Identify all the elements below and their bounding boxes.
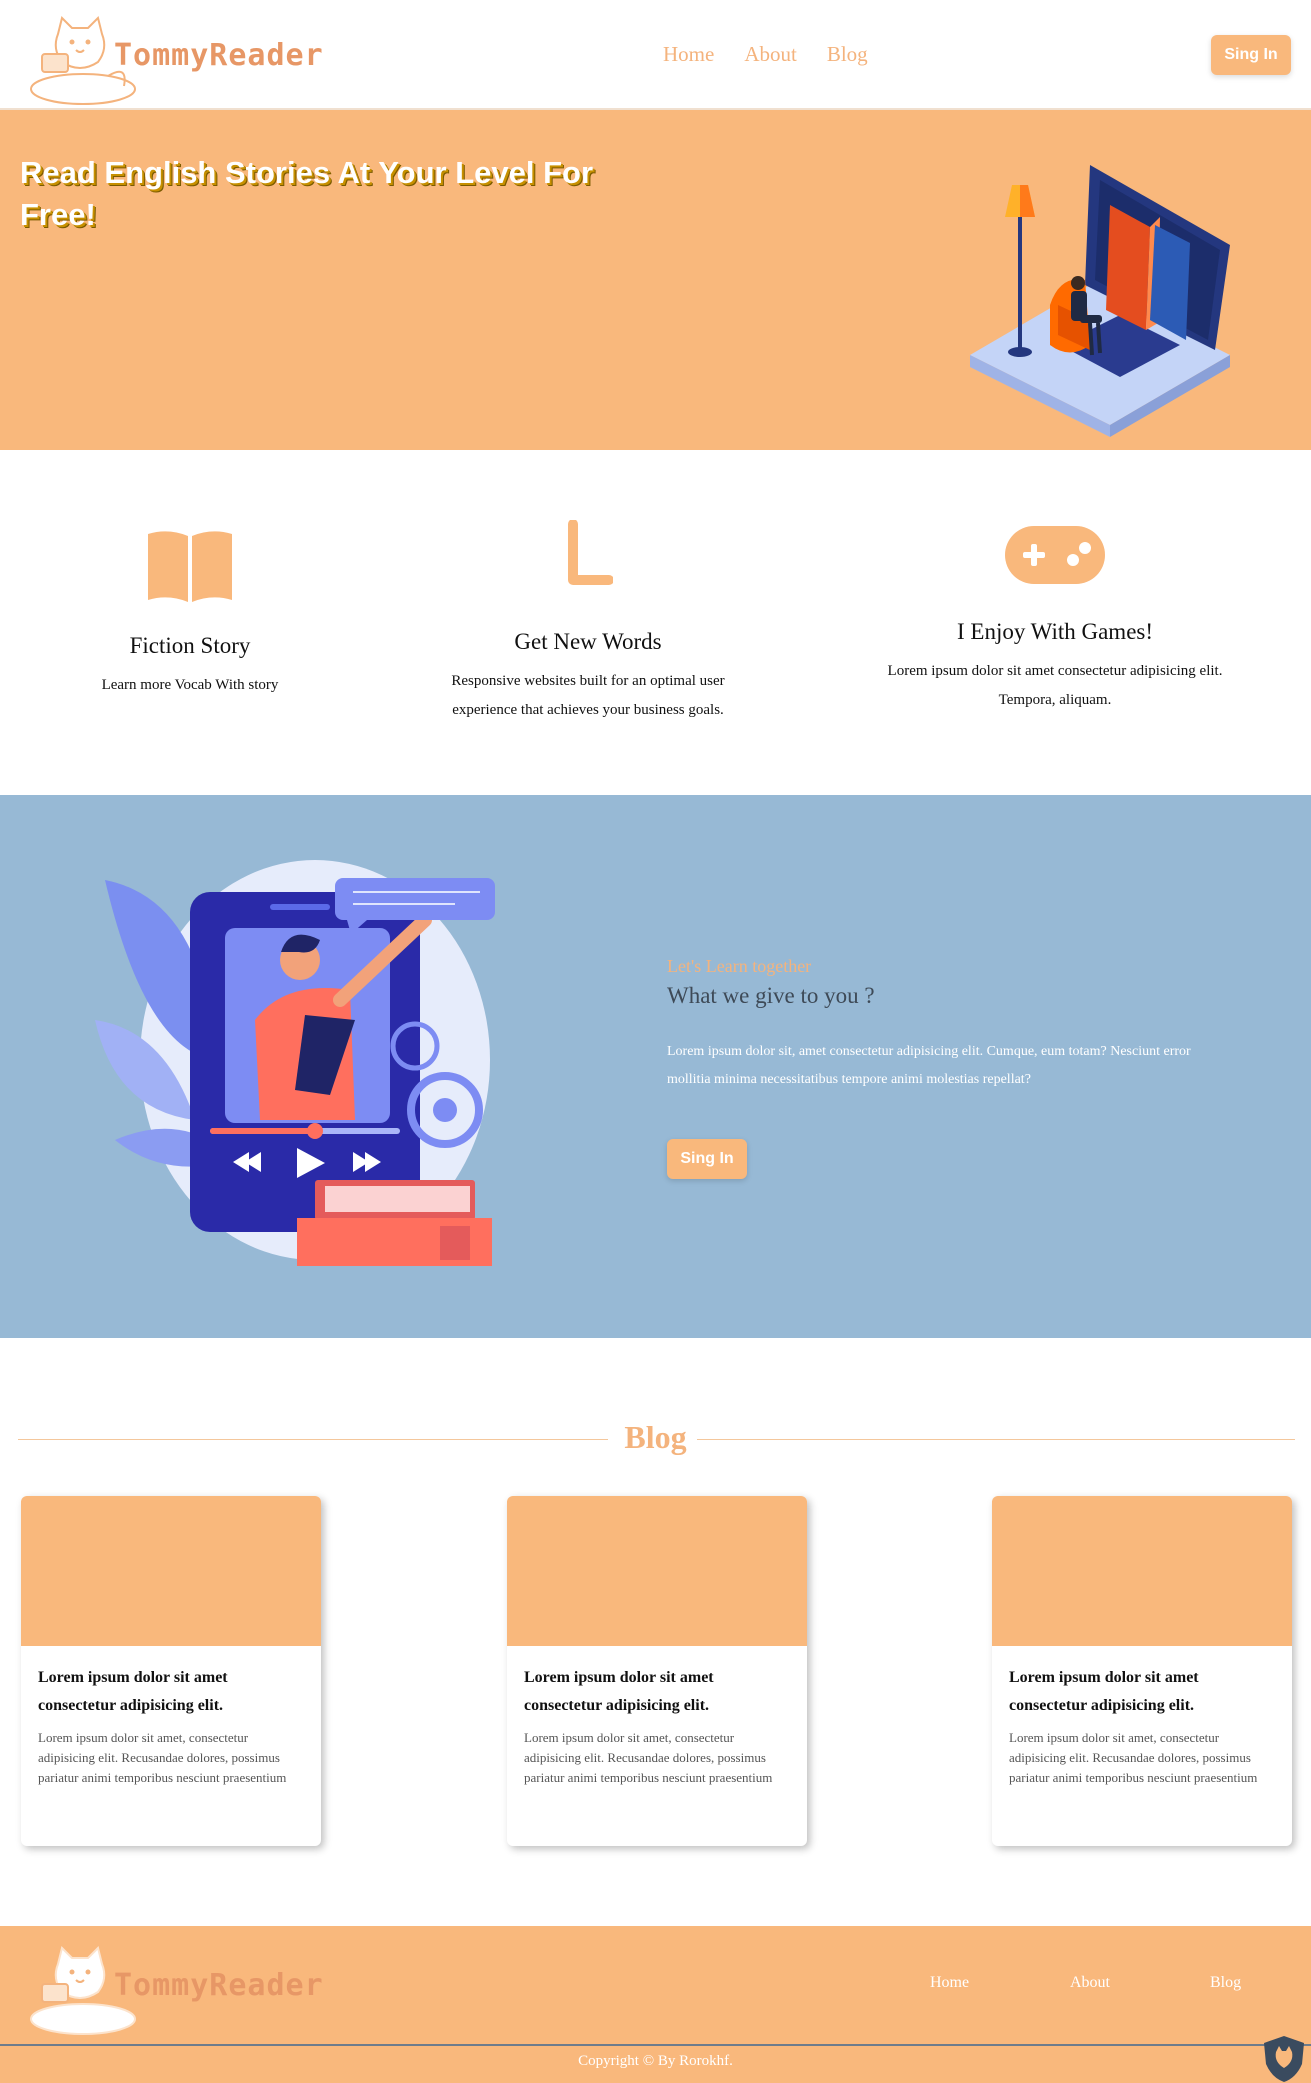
logo-text: TommyReader [114, 38, 324, 73]
footer-divider [0, 2044, 1311, 2046]
nav-home[interactable]: Home [663, 42, 714, 67]
footer-logo[interactable]: TommyReader [28, 1944, 328, 2038]
blog-divider-left [18, 1439, 608, 1440]
main-nav: Home About Blog [663, 42, 868, 67]
laptop-reading-illustration [970, 165, 1230, 437]
feature-new-words: Get New Words Responsive websites built … [428, 519, 748, 725]
learn-description: Lorem ipsum dolor sit, amet consectetur … [667, 1044, 1191, 1087]
feature-text: Responsive websites built for an optimal… [451, 673, 725, 718]
feature-fiction-story: Fiction Story Learn more Vocab With stor… [40, 528, 340, 700]
blog-card-text: Lorem ipsum dolor sit amet, consectetur … [1009, 1730, 1258, 1785]
nav-blog[interactable]: Blog [827, 42, 868, 67]
blog-card-title: Lorem ipsum dolor sit amet consectetur a… [38, 1669, 228, 1714]
learn-signin-button[interactable]: Sing In [667, 1139, 747, 1179]
footer-link-about[interactable]: About [1070, 1974, 1110, 1992]
blog-card[interactable]: Lorem ipsum dolor sit amet consectetur a… [21, 1496, 321, 1846]
feature-text: Lorem ipsum dolor sit amet consectetur a… [887, 663, 1223, 708]
signin-button[interactable]: Sing In [1211, 35, 1291, 75]
site-logo[interactable]: TommyReader [28, 14, 328, 108]
learn-subtitle: Let's Learn together [667, 956, 812, 976]
blog-card[interactable]: Lorem ipsum dolor sit amet consectetur a… [507, 1496, 807, 1846]
blog-card-text: Lorem ipsum dolor sit amet, consectetur … [38, 1730, 287, 1785]
blog-card-text: Lorem ipsum dolor sit amet, consectetur … [524, 1730, 773, 1785]
feature-text: Learn more Vocab With story [101, 677, 279, 693]
feature-title: Get New Words [514, 629, 662, 654]
feature-games: I Enjoy With Games! Lorem ipsum dolor si… [880, 524, 1230, 715]
footer-link-home[interactable]: Home [930, 1974, 969, 1992]
letter-l-icon [568, 519, 614, 585]
feature-title: Fiction Story [129, 633, 251, 658]
blog-card[interactable]: Lorem ipsum dolor sit amet consectetur a… [992, 1496, 1292, 1846]
footer-logo-text: TommyReader [114, 1968, 324, 2003]
site-header: TommyReader Home About Blog Sing In [0, 0, 1311, 110]
shield-cat-icon[interactable] [1262, 2034, 1306, 2083]
hero-title: Read English Stories At Your Level For F… [20, 155, 594, 232]
feature-title: I Enjoy With Games! [956, 619, 1154, 644]
book-open-icon [148, 531, 232, 602]
blog-card-image [992, 1496, 1292, 1646]
gamepad-icon [1005, 526, 1105, 584]
blog-divider-right [697, 1439, 1295, 1440]
learn-title: What we give to you ? [667, 983, 875, 1008]
nav-about[interactable]: About [744, 42, 797, 67]
blog-heading: Blog [624, 1419, 687, 1455]
blog-card-title: Lorem ipsum dolor sit amet consectetur a… [524, 1669, 714, 1714]
video-lesson-illustration [95, 860, 495, 1266]
blog-card-image [21, 1496, 321, 1646]
blog-card-title: Lorem ipsum dolor sit amet consectetur a… [1009, 1669, 1199, 1714]
copyright-text: Copyright © By Rorokhf. [578, 2053, 733, 2069]
footer-link-blog[interactable]: Blog [1210, 1974, 1241, 1992]
blog-card-image [507, 1496, 807, 1646]
